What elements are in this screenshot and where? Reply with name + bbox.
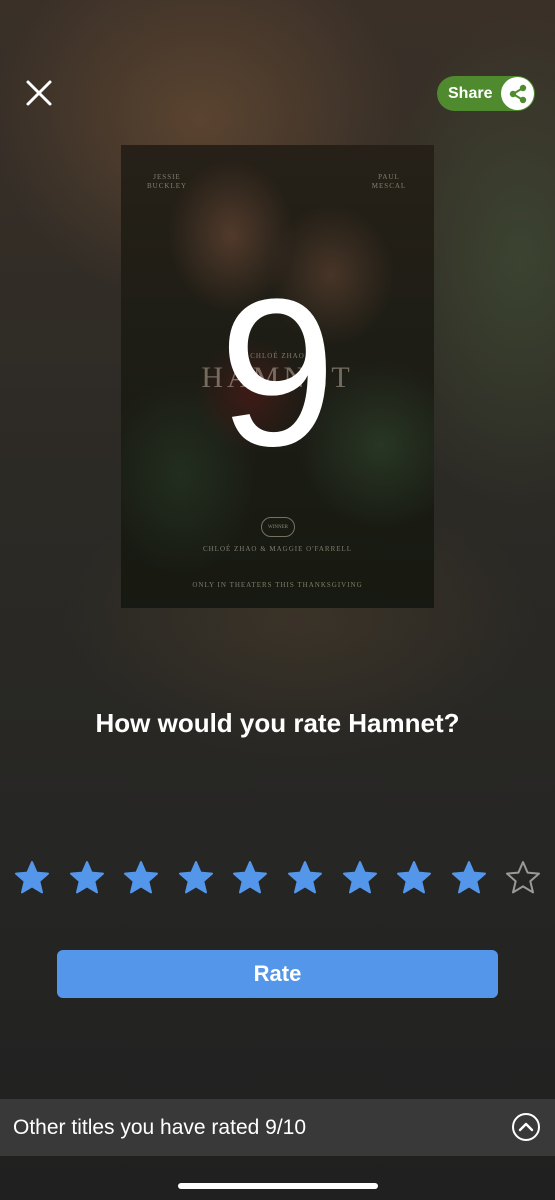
rating-number: 9 xyxy=(219,255,336,490)
poster-actor-right-last: MESCAL xyxy=(371,182,407,190)
star-icon xyxy=(451,861,486,894)
rate-button[interactable]: Rate xyxy=(57,950,498,998)
star-icon xyxy=(506,861,541,894)
star-icon xyxy=(233,861,268,894)
star-3-filled[interactable] xyxy=(123,860,159,896)
other-titles-bar[interactable]: Other titles you have rated 9/10 xyxy=(0,1099,555,1156)
share-button[interactable]: Share xyxy=(437,76,535,111)
poster-credits: CHLOÉ ZHAO & MAGGIE O'FARRELL xyxy=(202,545,353,553)
poster-award-badge: WINNER xyxy=(261,517,295,537)
star-icon xyxy=(69,861,104,894)
star-10-empty[interactable] xyxy=(505,860,541,896)
poster-actor-left-last: BUCKLEY xyxy=(147,182,188,190)
poster-actor-right: PAUL MESCAL xyxy=(369,173,409,191)
star-icon xyxy=(397,861,432,894)
star-6-filled[interactable] xyxy=(287,860,323,896)
star-icon xyxy=(288,861,322,894)
star-icon xyxy=(15,861,49,894)
star-icon xyxy=(342,861,377,894)
rating-question: How would you rate Hamnet? xyxy=(95,708,460,738)
star-5-filled[interactable] xyxy=(232,860,268,896)
other-titles-label: Other titles you have rated 9/10 xyxy=(13,1115,307,1139)
close-icon xyxy=(26,80,52,106)
close-button[interactable] xyxy=(22,76,56,110)
star-rating[interactable] xyxy=(14,860,544,896)
share-label: Share xyxy=(448,84,493,102)
share-icon xyxy=(501,77,534,110)
poster-release: ONLY IN THEATERS THIS THANKSGIVING xyxy=(192,581,363,589)
star-4-filled[interactable] xyxy=(178,860,214,896)
poster-actor-left-first: JESSIE xyxy=(153,173,181,181)
poster-actor-left: JESSIE BUCKLEY xyxy=(147,173,187,191)
star-8-filled[interactable] xyxy=(396,860,432,896)
star-icon xyxy=(178,861,213,894)
chevron-up-circle-icon[interactable] xyxy=(511,1112,541,1142)
star-icon xyxy=(124,861,159,894)
home-indicator xyxy=(178,1183,378,1189)
star-2-filled[interactable] xyxy=(69,860,105,896)
poster-actor-right-first: PAUL xyxy=(378,173,400,181)
star-9-filled[interactable] xyxy=(451,860,487,896)
star-7-filled[interactable] xyxy=(342,860,378,896)
star-1-filled[interactable] xyxy=(14,860,50,896)
